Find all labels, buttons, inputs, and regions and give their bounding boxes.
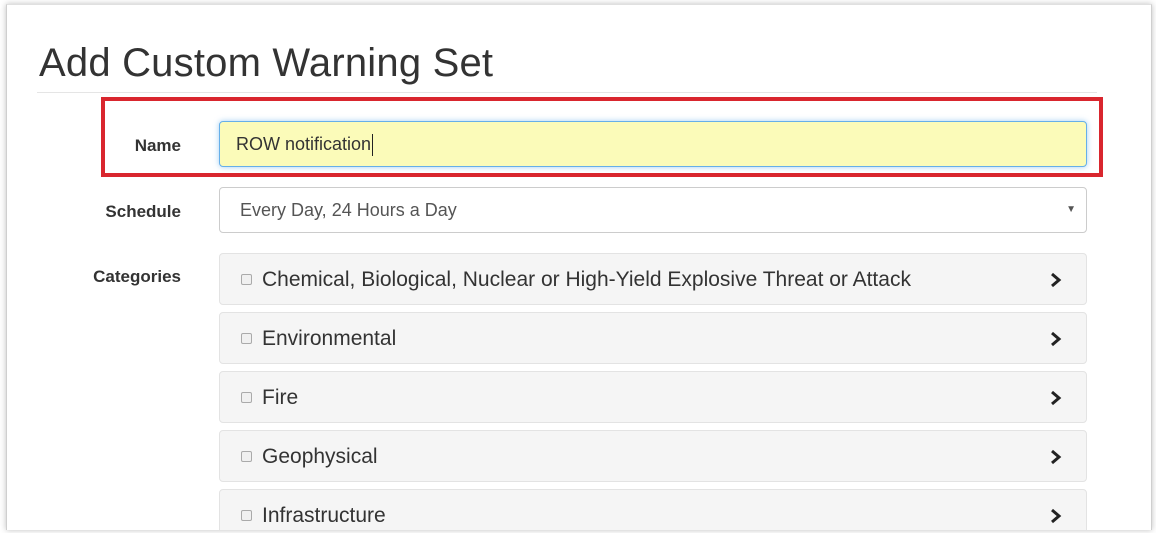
category-item[interactable]: Infrastructure [219, 489, 1087, 530]
text-caret [372, 134, 374, 157]
schedule-label: Schedule [105, 202, 181, 221]
chevron-right-icon[interactable] [1048, 272, 1064, 288]
category-checkbox[interactable] [241, 451, 252, 462]
category-label: Fire [262, 386, 299, 409]
schedule-select-value: Every Day, 24 Hours a Day [240, 200, 457, 220]
category-item[interactable]: Fire [219, 371, 1087, 423]
category-checkbox[interactable] [241, 392, 252, 403]
chevron-right-icon[interactable] [1048, 449, 1064, 465]
category-label: Geophysical [262, 445, 378, 468]
name-label: Name [134, 136, 181, 155]
name-input-value: ROW notification [236, 134, 372, 154]
category-checkbox[interactable] [241, 274, 252, 285]
category-label: Chemical, Biological, Nuclear or High-Yi… [262, 268, 911, 291]
chevron-right-icon[interactable] [1048, 331, 1064, 347]
category-label: Environmental [262, 327, 397, 350]
chevron-right-icon[interactable] [1048, 508, 1064, 524]
caret-down-icon: ▼ [1066, 204, 1076, 215]
page-title: Add Custom Warning Set [39, 41, 494, 85]
category-item[interactable]: Geophysical [219, 430, 1087, 482]
category-checkbox[interactable] [241, 333, 252, 344]
chevron-right-icon[interactable] [1048, 390, 1064, 406]
name-input[interactable]: ROW notification [219, 121, 1087, 167]
page-frame: Add Custom Warning Set Name ROW notifica… [6, 4, 1152, 530]
category-checkbox[interactable] [241, 510, 252, 521]
category-item[interactable]: Environmental [219, 312, 1087, 364]
category-label: Infrastructure [262, 504, 386, 527]
schedule-select[interactable]: Every Day, 24 Hours a Day ▼ [219, 187, 1087, 233]
title-divider [37, 92, 1097, 93]
categories-label: Categories [93, 267, 181, 286]
category-item[interactable]: Chemical, Biological, Nuclear or High-Yi… [219, 253, 1087, 305]
